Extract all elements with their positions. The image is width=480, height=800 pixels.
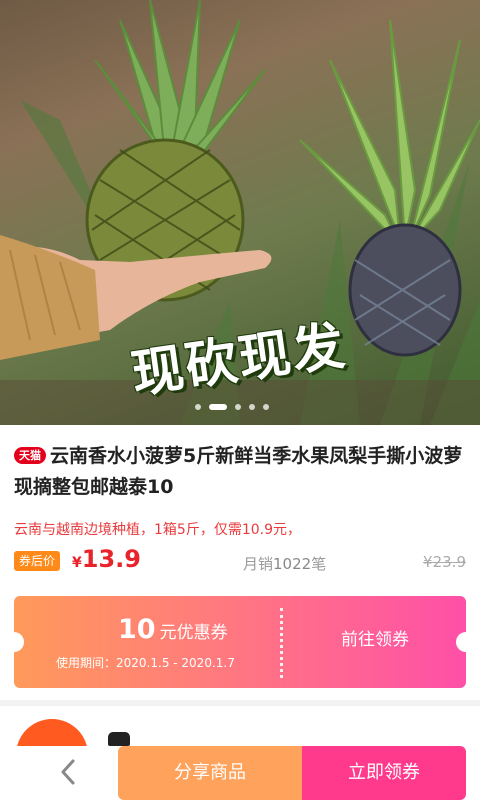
back-button[interactable]	[0, 746, 118, 800]
product-title: 云南香水小菠萝5斤新鲜当季水果凤梨手撕小波萝现摘整包邮越泰10	[14, 445, 463, 498]
carousel-dot	[249, 404, 255, 410]
carousel-indicator	[195, 404, 269, 410]
price-value: 13.9	[81, 545, 141, 573]
sales-unit: 笔	[311, 555, 327, 573]
currency-symbol: ¥	[72, 555, 82, 571]
share-product-button[interactable]: 分享商品	[118, 746, 302, 800]
tmall-cat-icon	[108, 732, 130, 746]
product-description: 云南与越南边境种植，1箱5斤，仅需10.9元，	[14, 522, 301, 538]
sales-count: 1022	[273, 555, 312, 573]
coupon-period-label: 使用期间：	[56, 656, 117, 670]
claim-coupon-button[interactable]: 立即领券	[302, 746, 466, 800]
carousel-dot-active	[209, 404, 227, 410]
coupon-card[interactable]: 10 元优惠券 使用期间：2020.1.5 - 2020.1.7 前往领券	[14, 596, 466, 688]
after-coupon-badge: 券后价	[14, 551, 61, 571]
go-claim-coupon-button[interactable]: 前往领券	[284, 596, 466, 688]
coupon-period-dates: 2020.1.5 - 2020.1.7	[116, 656, 235, 670]
coupon-unit: 元优惠券	[159, 623, 228, 643]
coupon-amount: 10 元优惠券	[118, 614, 228, 645]
coupon-period: 使用期间：2020.1.5 - 2020.1.7	[56, 654, 235, 671]
product-image-carousel[interactable]: 现砍现发	[0, 0, 480, 425]
coupon-notch-left	[14, 632, 24, 652]
chevron-left-icon	[61, 759, 75, 785]
carousel-dot	[263, 404, 269, 410]
original-price: ¥23.9	[423, 553, 466, 571]
coupon-divider	[280, 608, 283, 678]
sales-label: 月销	[243, 555, 274, 573]
bottom-action-bar: 分享商品 立即领券	[0, 746, 480, 800]
tmall-badge: 天猫	[14, 447, 46, 464]
coupon-price: ¥13.9	[72, 545, 141, 573]
product-info-card: 天猫 云南香水小菠萝5斤新鲜当季水果凤梨手撕小波萝现摘整包邮越泰10 云南与越南边…	[0, 425, 480, 700]
product-title-row: 天猫 云南香水小菠萝5斤新鲜当季水果凤梨手撕小波萝现摘整包邮越泰10	[14, 441, 466, 503]
price-row: 券后价 ¥13.9 月销1022笔 ¥23.9	[14, 545, 466, 579]
coupon-value: 10	[118, 614, 156, 645]
carousel-dot	[235, 404, 241, 410]
monthly-sales: 月销1022笔	[243, 553, 326, 574]
carousel-dot	[195, 404, 201, 410]
